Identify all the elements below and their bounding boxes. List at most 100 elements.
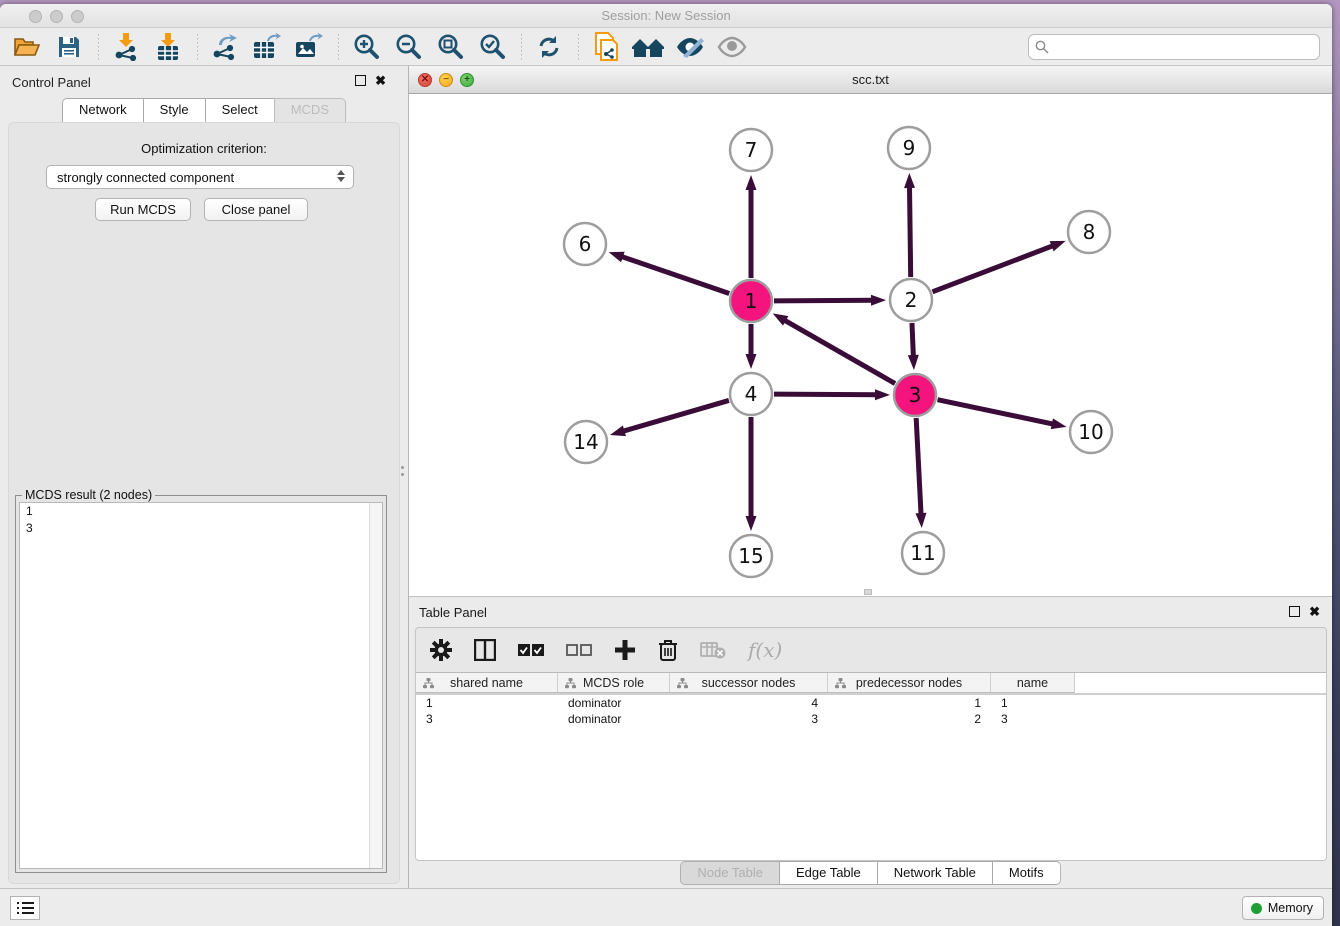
duplicate-network-icon[interactable] — [589, 32, 623, 62]
optimization-criterion-select[interactable]: strongly connected component — [46, 165, 354, 189]
graph-node-label: 1 — [745, 289, 758, 313]
graph-edge-2-9[interactable] — [909, 185, 910, 277]
column-header-successor-nodes[interactable]: successor nodes — [670, 673, 828, 693]
table-cell[interactable]: 1 — [828, 695, 991, 711]
save-session-icon[interactable] — [52, 32, 86, 62]
table-cell[interactable]: dominator — [558, 695, 670, 711]
table-toolbar: f(x) — [416, 628, 1326, 672]
graph-edge-3-10[interactable] — [938, 400, 1055, 425]
table-cell[interactable]: 1 — [416, 695, 558, 711]
vertical-splitter-handle[interactable] — [399, 462, 405, 488]
toolbar-separator — [521, 34, 522, 60]
zoom-out-icon[interactable] — [391, 32, 425, 62]
table-cell[interactable]: 3 — [416, 711, 558, 727]
column-header-shared-name[interactable]: shared name — [416, 673, 558, 693]
desktop-background: Session: New Session — [0, 0, 1340, 926]
memory-button[interactable]: Memory — [1242, 896, 1324, 920]
column-header-mcds-role[interactable]: MCDS role — [558, 673, 670, 693]
close-table-panel-icon[interactable]: ✖ — [1309, 604, 1320, 620]
edge-arrowhead — [904, 173, 915, 188]
tab-motifs[interactable]: Motifs — [992, 861, 1061, 885]
search-icon — [1035, 40, 1049, 54]
table-cell[interactable]: dominator — [558, 711, 670, 727]
toolbar-separator — [578, 34, 579, 60]
close-panel-button[interactable]: Close panel — [204, 198, 308, 221]
tab-select[interactable]: Select — [205, 98, 274, 123]
export-image-icon[interactable] — [292, 32, 326, 62]
toolbar-separator — [197, 34, 198, 60]
table-cell[interactable]: 1 — [991, 695, 1075, 711]
mcds-result-list[interactable]: 13 — [19, 502, 383, 869]
mcds-result-group: MCDS result (2 nodes) 13 — [15, 495, 387, 873]
graph-edge-2-8[interactable] — [932, 245, 1054, 292]
gear-icon[interactable] — [430, 639, 452, 661]
select-all-checkboxes-icon[interactable] — [518, 643, 544, 657]
tab-node-table[interactable]: Node Table — [680, 861, 779, 885]
table-row[interactable]: 1dominator411 — [416, 695, 1326, 711]
tab-network[interactable]: Network — [62, 98, 143, 123]
graph-edge-1-6[interactable] — [620, 256, 729, 294]
export-network-icon[interactable] — [208, 32, 242, 62]
table-row[interactable]: 3dominator323 — [416, 711, 1326, 727]
import-table-icon[interactable] — [151, 32, 185, 62]
export-table-icon[interactable] — [250, 32, 284, 62]
task-history-button[interactable] — [10, 896, 40, 920]
control-panel: Control Panel ✖ NetworkStyleSelectMCDS O… — [0, 66, 408, 892]
column-header-predecessor-nodes[interactable]: predecessor nodes — [828, 673, 991, 693]
zoom-fit-icon[interactable] — [433, 32, 467, 62]
search-field — [1028, 34, 1320, 60]
split-panel-icon[interactable] — [474, 639, 496, 661]
toolbar-separator — [98, 34, 99, 60]
network-graph[interactable]: 7968124314101511 — [409, 94, 1332, 596]
result-line: 1 — [20, 503, 382, 520]
edge-arrowhead — [610, 426, 626, 437]
run-mcds-button[interactable]: Run MCDS — [95, 198, 191, 221]
home-icon[interactable] — [631, 32, 665, 62]
refresh-icon[interactable] — [532, 32, 566, 62]
table-cell[interactable]: 4 — [670, 695, 828, 711]
graph-node-label: 9 — [903, 136, 916, 160]
graph-edge-3-11[interactable] — [916, 418, 921, 516]
table-cell[interactable]: 2 — [828, 711, 991, 727]
edge-arrowhead — [871, 295, 886, 306]
edge-arrowhead — [609, 252, 625, 262]
zoom-selected-icon[interactable] — [475, 32, 509, 62]
delete-column-icon[interactable] — [658, 639, 678, 661]
selected-option-label: strongly connected component — [57, 170, 234, 185]
delete-table-icon — [700, 641, 726, 659]
graph-edge-4-14[interactable] — [622, 400, 729, 431]
graph-edge-2-3[interactable] — [912, 323, 913, 358]
result-scrollbar[interactable] — [369, 503, 382, 868]
add-column-icon[interactable] — [614, 639, 636, 661]
node-table[interactable]: shared nameMCDS rolesuccessor nodesprede… — [416, 672, 1326, 860]
tab-style[interactable]: Style — [143, 98, 205, 123]
search-input[interactable] — [1028, 34, 1320, 60]
deselect-all-checkboxes-icon[interactable] — [566, 643, 592, 657]
table-panel-tabs: Node TableEdge TableNetwork TableMotifs — [409, 861, 1332, 885]
graph-edge-4-3[interactable] — [774, 394, 878, 395]
tab-edge-table[interactable]: Edge Table — [779, 861, 877, 885]
close-panel-icon[interactable]: ✖ — [375, 73, 386, 89]
network-canvas[interactable]: 7968124314101511 — [409, 94, 1332, 596]
float-panel-icon[interactable] — [355, 75, 366, 86]
select-stepper-icon — [337, 170, 345, 182]
show-panel-icon[interactable] — [715, 32, 749, 62]
edge-arrowhead — [746, 354, 757, 369]
float-table-panel-icon[interactable] — [1289, 606, 1300, 617]
zoom-in-icon[interactable] — [349, 32, 383, 62]
graph-node-label: 10 — [1078, 420, 1103, 444]
graph-edge-1-2[interactable] — [774, 300, 874, 301]
hide-panels-icon[interactable] — [673, 32, 707, 62]
horizontal-splitter-handle[interactable] — [864, 589, 872, 595]
mcds-result-title: MCDS result (2 nodes) — [22, 488, 155, 502]
tab-network-table[interactable]: Network Table — [877, 861, 992, 885]
tab-mcds[interactable]: MCDS — [274, 98, 346, 123]
table-panel: Table Panel ✖ — [408, 596, 1332, 892]
import-network-icon[interactable] — [109, 32, 143, 62]
graph-edge-3-1[interactable] — [783, 319, 895, 383]
table-cell[interactable]: 3 — [670, 711, 828, 727]
open-session-icon[interactable] — [10, 32, 44, 62]
column-header-name[interactable]: name — [991, 673, 1075, 693]
table-cell[interactable]: 3 — [991, 711, 1075, 727]
graph-node-label: 15 — [738, 544, 763, 568]
